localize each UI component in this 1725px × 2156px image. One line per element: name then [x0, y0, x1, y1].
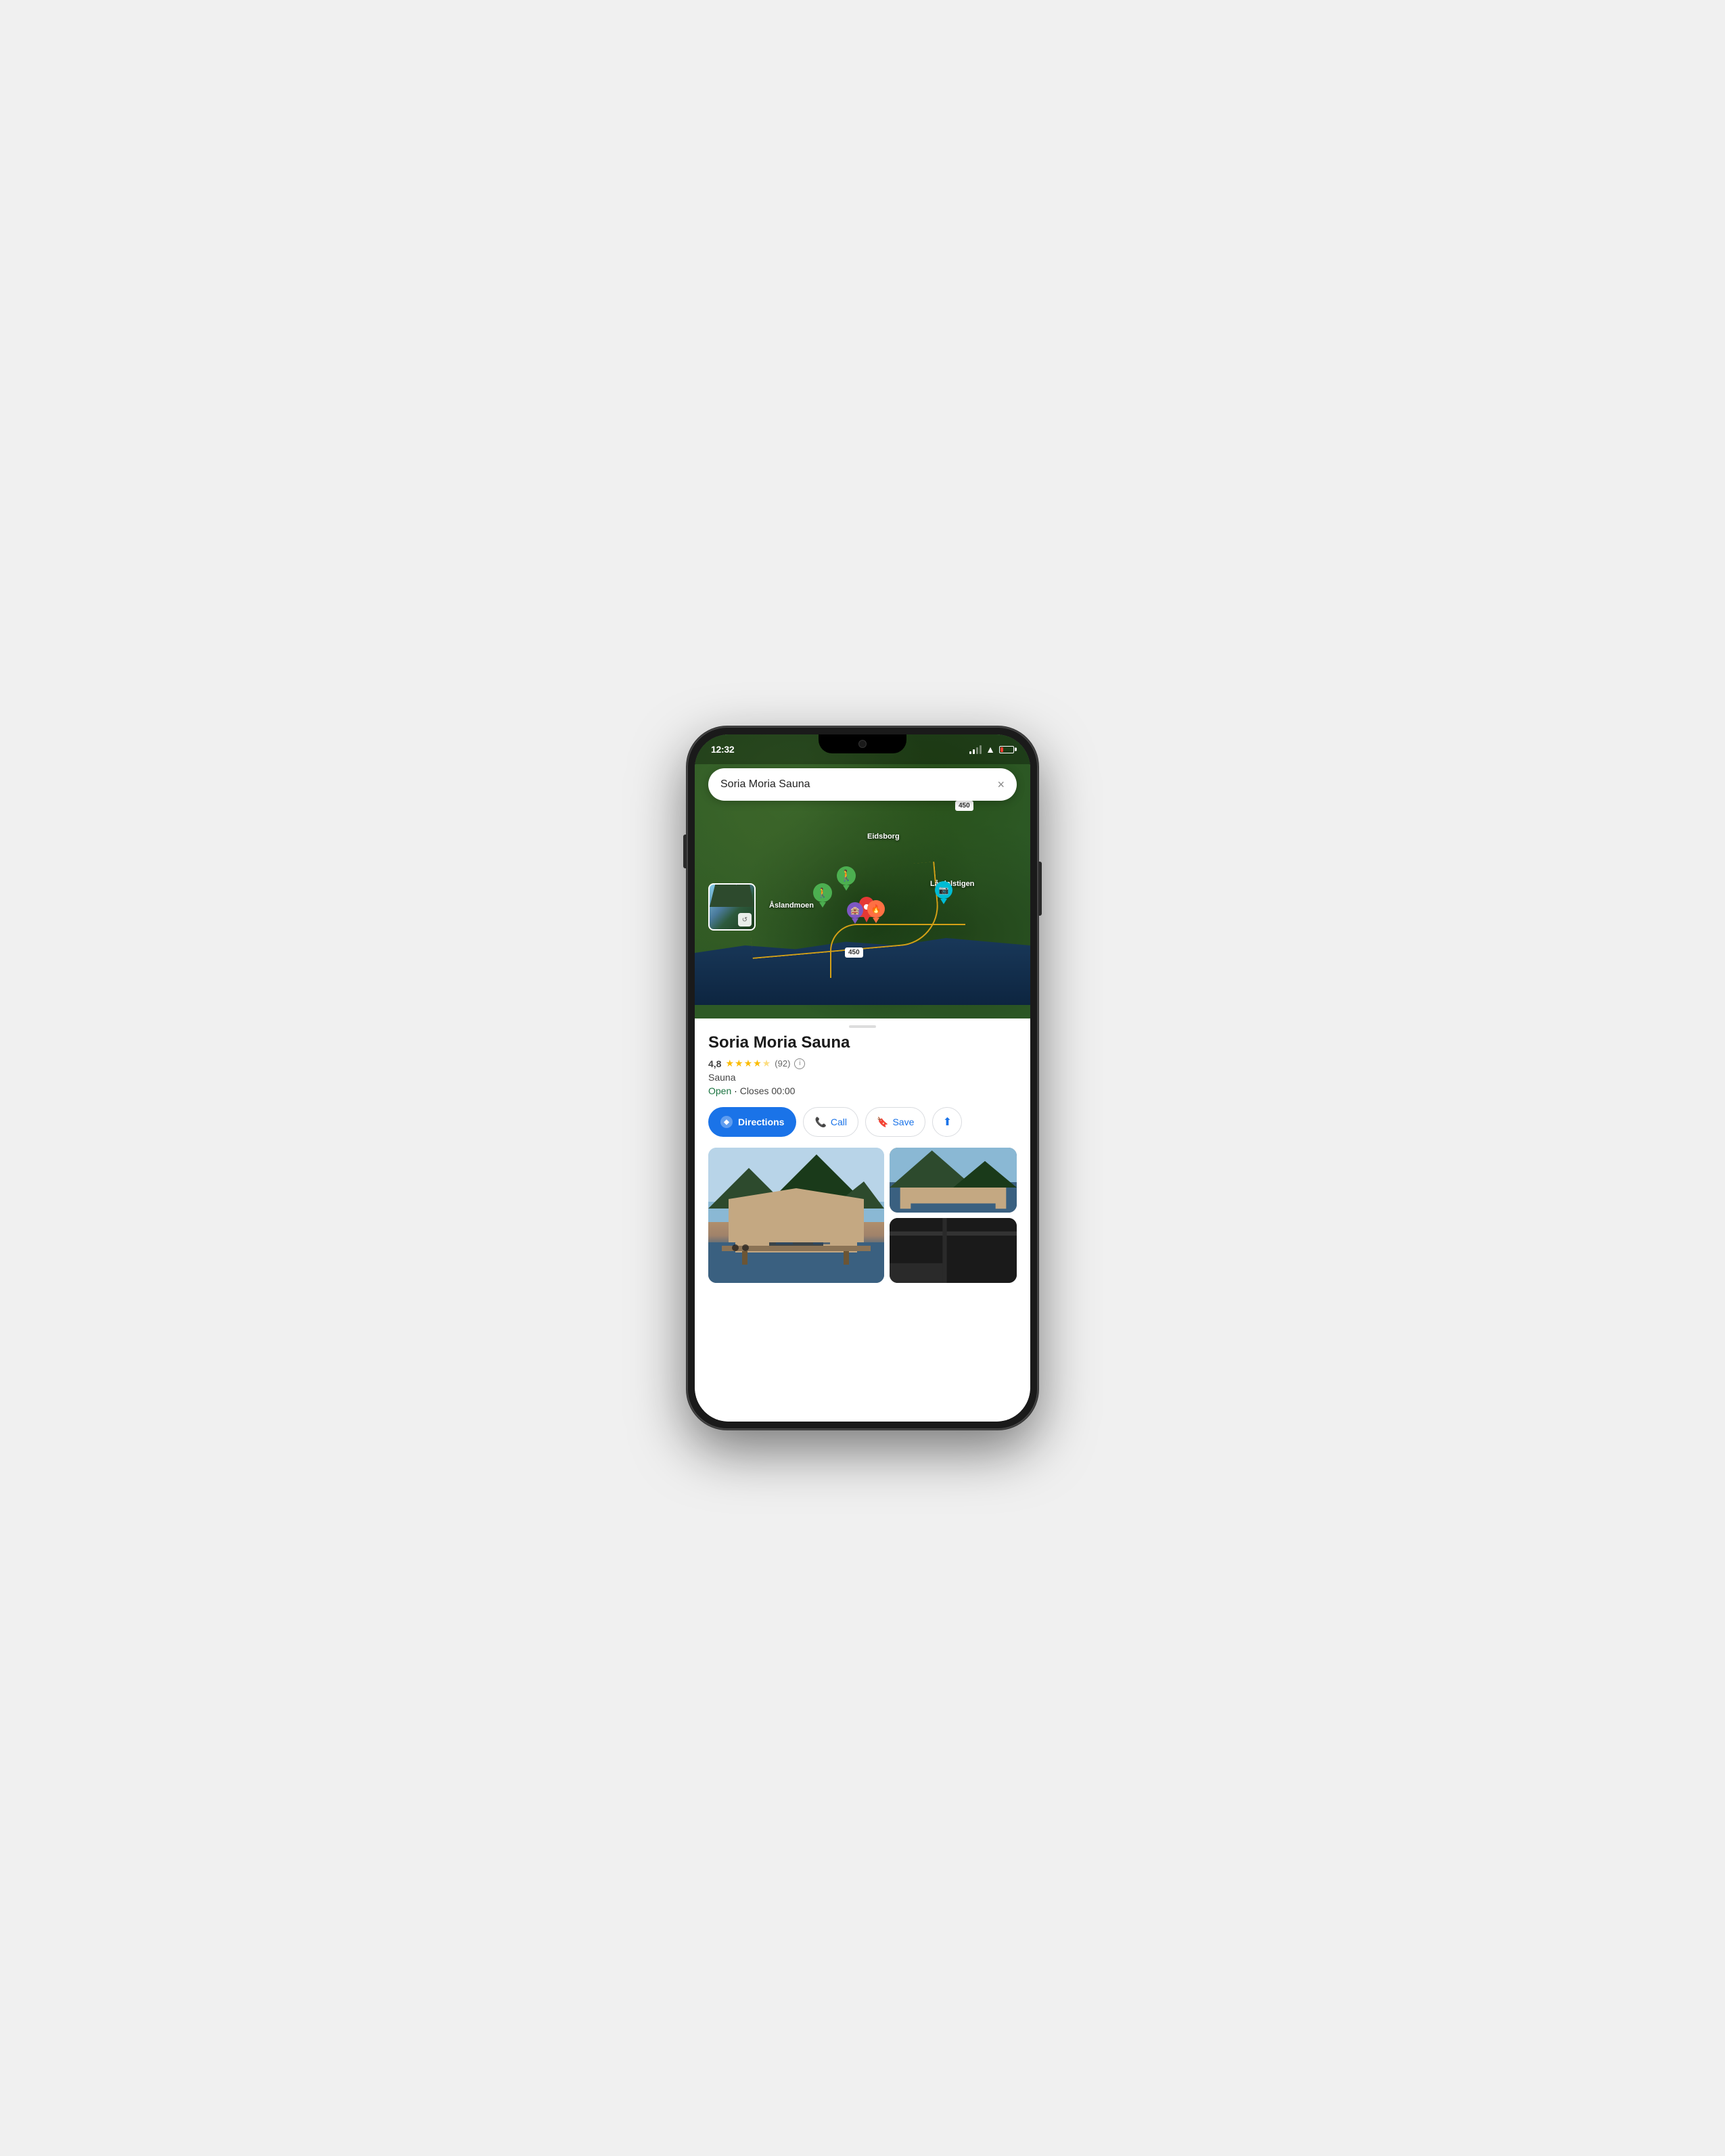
photo-main-image [708, 1148, 884, 1283]
photo-side-top-svg [890, 1148, 1017, 1213]
place-category: Sauna [708, 1072, 1017, 1083]
star-rating: ★ ★ ★ ★ ★ [725, 1058, 770, 1069]
share-icon: ⬆ [943, 1115, 952, 1129]
signal-icon [969, 745, 982, 754]
save-label: Save [892, 1117, 914, 1127]
place-name: Soria Moria Sauna [708, 1033, 1017, 1052]
closing-time: Closes 00:00 [740, 1085, 796, 1096]
battery-fill [1001, 747, 1003, 752]
notch [819, 734, 906, 753]
photo-side-top[interactable] [890, 1148, 1017, 1213]
save-button[interactable]: 🔖 Save [865, 1107, 925, 1137]
action-buttons: ◆ Directions 📞 Call 🔖 Save ⬆ [708, 1107, 1017, 1137]
photo-side-bottom-svg [890, 1218, 1017, 1283]
directions-icon: ◆ [720, 1116, 733, 1128]
wifi-icon: ▲ [986, 744, 995, 755]
search-close-button[interactable]: × [997, 778, 1005, 792]
save-icon: 🔖 [877, 1117, 888, 1128]
screen-content: 12:32 ▲ [695, 734, 1030, 1422]
search-query: Soria Moria Sauna [720, 778, 997, 791]
phone-screen: 12:32 ▲ [695, 734, 1030, 1422]
review-count: (92) [775, 1058, 790, 1069]
map-label-aslandmoen: Åslandmoen [769, 901, 814, 910]
rating-number: 4,8 [708, 1058, 721, 1069]
map-label-eidsborg: Eidsborg [867, 833, 900, 841]
map-pin-hiker-1[interactable]: 🚶 [837, 866, 856, 891]
share-button[interactable]: ⬆ [932, 1107, 962, 1137]
photo-gallery[interactable] [708, 1148, 1017, 1283]
call-icon: 📞 [814, 1117, 826, 1128]
photo-side-bottom[interactable] [890, 1218, 1017, 1283]
phone-frame: 12:32 ▲ [687, 726, 1038, 1430]
route-badge-450-bottom: 450 [845, 947, 863, 958]
directions-button[interactable]: ◆ Directions [708, 1107, 796, 1137]
open-status: Open [708, 1085, 731, 1096]
photo-main[interactable] [708, 1148, 884, 1283]
dot-separator: · [734, 1085, 740, 1096]
route-badge-450-top: 450 [955, 801, 973, 811]
search-bar[interactable]: Soria Moria Sauna × [708, 768, 1017, 801]
info-icon[interactable]: i [794, 1058, 805, 1069]
front-camera [858, 740, 867, 748]
star-5: ★ [762, 1058, 771, 1069]
status-time: 12:32 [711, 744, 734, 755]
drag-handle[interactable] [849, 1025, 876, 1028]
map-pin-hiker-2[interactable]: 🚶 [813, 883, 832, 908]
info-panel: Soria Moria Sauna 4,8 ★ ★ ★ ★ ★ (92) i S… [695, 1018, 1030, 1422]
rating-row: 4,8 ★ ★ ★ ★ ★ (92) i [708, 1058, 1017, 1069]
map-pin-camera[interactable]: 📷 [935, 881, 952, 904]
star-1: ★ [725, 1058, 734, 1069]
streetview-icon: ↺ [738, 913, 752, 927]
status-icons: ▲ [969, 744, 1014, 755]
map-view[interactable]: 12:32 ▲ [695, 734, 1030, 1018]
star-3: ★ [744, 1058, 753, 1069]
call-button[interactable]: 📞 Call [803, 1107, 858, 1137]
star-4: ★ [753, 1058, 762, 1069]
streetview-thumbnail[interactable]: ↺ [708, 883, 756, 931]
star-2: ★ [735, 1058, 743, 1069]
map-pin-sauna[interactable]: 🔥 [867, 900, 885, 923]
photo-side-column [890, 1148, 1017, 1283]
battery-icon [999, 746, 1014, 753]
hours-row: Open · Closes 00:00 [708, 1085, 1017, 1096]
directions-label: Directions [738, 1117, 784, 1127]
photo-main-svg [708, 1148, 884, 1283]
map-pin-hotel[interactable]: 🏨 [847, 902, 863, 924]
call-label: Call [831, 1117, 847, 1127]
